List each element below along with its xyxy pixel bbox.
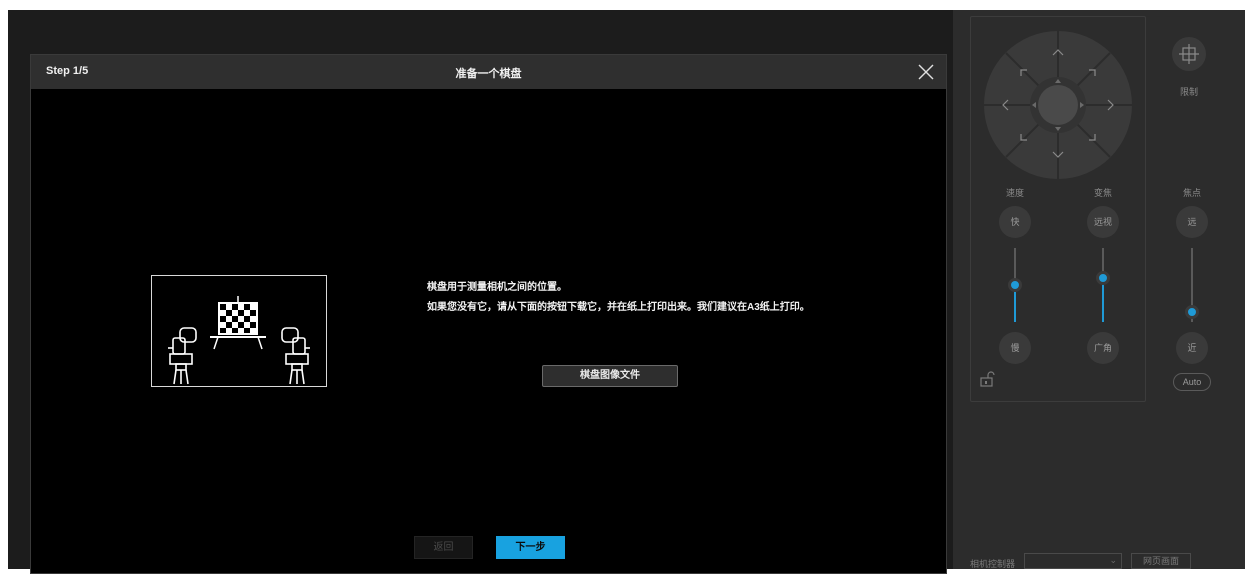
chevron-down-icon: ⌄: [1109, 555, 1117, 565]
app-window: Step 1/5 准备一个棋盘 棋盘用于测量相机之间的位置。 如果您没有它，请从…: [0, 0, 1245, 574]
focus-label: 焦点: [1182, 188, 1201, 198]
zoom-wide-button[interactable]: 广角: [1087, 332, 1119, 364]
next-button[interactable]: 下一步: [496, 536, 565, 559]
speed-slider-handle[interactable]: [1008, 278, 1022, 292]
focus-slider-handle[interactable]: [1185, 305, 1199, 319]
instruction-line-2: 如果您没有它，请从下面的按钮下载它，并在纸上打印出来。我们建议在A3纸上打印。: [427, 302, 810, 313]
back-button: 返回: [414, 536, 473, 559]
web-view-button[interactable]: 网页画面: [1131, 553, 1191, 569]
dialog-header: Step 1/5 准备一个棋盘: [31, 55, 946, 89]
camera-controller-select[interactable]: ⌄: [1024, 553, 1122, 569]
lock-icon[interactable]: [979, 371, 995, 387]
instruction-line-1: 棋盘用于测量相机之间的位置。: [427, 282, 567, 293]
close-icon[interactable]: [916, 62, 936, 82]
instruction-text: 棋盘用于测量相机之间的位置。 如果您没有它，请从下面的按钮下载它，并在纸上打印出…: [427, 278, 810, 318]
checkerboard-illustration: [151, 275, 327, 387]
speed-fast-button[interactable]: 快: [999, 206, 1031, 238]
speed-label: 速度: [1005, 188, 1024, 198]
camera-control-panel: 限制 速度 快 慢 变焦 远视 广角 焦点 远 近 Auto: [953, 10, 1245, 569]
direction-pad[interactable]: [983, 30, 1133, 180]
focus-near-button[interactable]: 近: [1176, 332, 1208, 364]
camera-controller-label: 相机控制器: [970, 559, 1016, 569]
main-frame: Step 1/5 准备一个棋盘 棋盘用于测量相机之间的位置。 如果您没有它，请从…: [8, 10, 953, 574]
focus-far-button[interactable]: 远: [1176, 206, 1208, 238]
zoom-tele-button[interactable]: 远视: [1087, 206, 1119, 238]
restrict-label: 限制: [1179, 87, 1198, 97]
calibration-dialog: Step 1/5 准备一个棋盘 棋盘用于测量相机之间的位置。 如果您没有它，请从…: [30, 54, 947, 574]
dialog-title: 准备一个棋盘: [455, 68, 522, 80]
speed-slow-button[interactable]: 慢: [999, 332, 1031, 364]
download-checkerboard-button[interactable]: 棋盘图像文件: [542, 365, 678, 387]
zoom-label: 变焦: [1093, 188, 1112, 198]
restrict-icon[interactable]: [1171, 36, 1207, 72]
zoom-slider-handle[interactable]: [1096, 271, 1110, 285]
focus-auto-button[interactable]: Auto: [1173, 373, 1211, 391]
